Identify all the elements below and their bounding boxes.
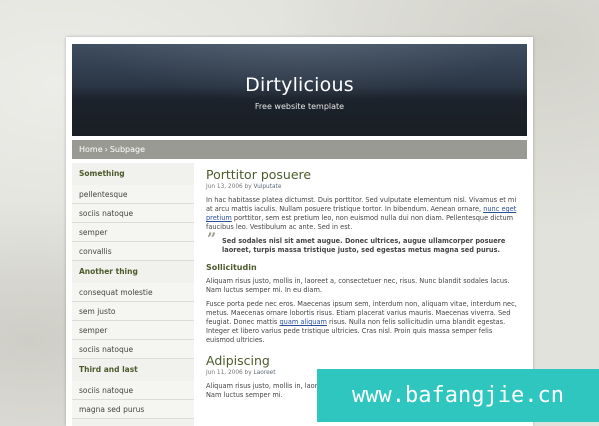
sidebar-link[interactable]: consequat molestie xyxy=(72,283,194,302)
sidebar-link[interactable]: semper xyxy=(72,321,194,340)
quote-text: Sed sodales nisl sit amet augue. Donec u… xyxy=(222,237,506,254)
sidebar-link[interactable]: semper xyxy=(72,223,194,242)
paragraph-text: In hac habitasse platea dictumst. Duis p… xyxy=(206,196,517,213)
paragraph-text: porttitor, sem est pretium leo, non euis… xyxy=(206,214,514,231)
post-date: Jun 11, 2006 by xyxy=(206,370,252,376)
site-header: Dirtylicious Free website template xyxy=(72,44,527,136)
sidebar-link[interactable]: sociis natoque xyxy=(72,204,194,223)
sidebar-link[interactable]: sociis natoque xyxy=(72,381,194,400)
sidebar-link[interactable]: pellentesque xyxy=(72,185,194,204)
sidebar-heading: Another thing xyxy=(79,267,138,276)
site-title: Dirtylicious xyxy=(245,74,354,96)
sidebar-link[interactable]: sociis natoque xyxy=(72,340,194,359)
post-date: Jun 13, 2006 by xyxy=(206,184,252,190)
post-paragraph: Fusce porta pede nec eros. Maecenas ipsu… xyxy=(206,300,518,345)
breadcrumb-separator: › xyxy=(104,145,108,154)
post-author-link[interactable]: Laoreet xyxy=(254,370,276,376)
post-paragraph: In hac habitasse platea dictumst. Duis p… xyxy=(206,196,518,232)
sidebar-link[interactable]: convallis xyxy=(72,242,194,261)
page-container: Dirtylicious Free website template Home ›… xyxy=(66,37,533,426)
sidebar: Something pellentesque sociis natoque se… xyxy=(72,163,194,426)
inline-link[interactable]: quam aliquam xyxy=(279,318,326,326)
sidebar-link[interactable]: sem justo xyxy=(72,302,194,321)
site-tagline: Free website template xyxy=(254,102,345,111)
breadcrumb-home-link[interactable]: Home xyxy=(79,145,103,154)
watermark-banner: www.bafangjie.cn xyxy=(317,369,599,422)
breadcrumb: Home › Subpage xyxy=(72,140,527,159)
sidebar-heading: Third and last xyxy=(79,365,138,374)
sidebar-heading: Something xyxy=(79,169,125,178)
quote-mark-icon: ” xyxy=(207,229,217,248)
post-title[interactable]: Adipiscing xyxy=(206,353,518,369)
blockquote: ” Sed sodales nisl sit amet augue. Donec … xyxy=(206,229,518,255)
post-title[interactable]: Porttitor posuere xyxy=(206,167,518,183)
post-author-link[interactable]: Vulputate xyxy=(254,184,282,190)
post-subheading: Sollicitudin xyxy=(206,263,257,272)
post-meta: Jun 13, 2006 by Vulputate xyxy=(206,183,518,192)
post-paragraph: Aliquam risus justo, mollis in, laoreet … xyxy=(206,277,510,294)
breadcrumb-current: Subpage xyxy=(109,145,146,154)
sidebar-link[interactable]: magna sed purus xyxy=(72,400,194,419)
